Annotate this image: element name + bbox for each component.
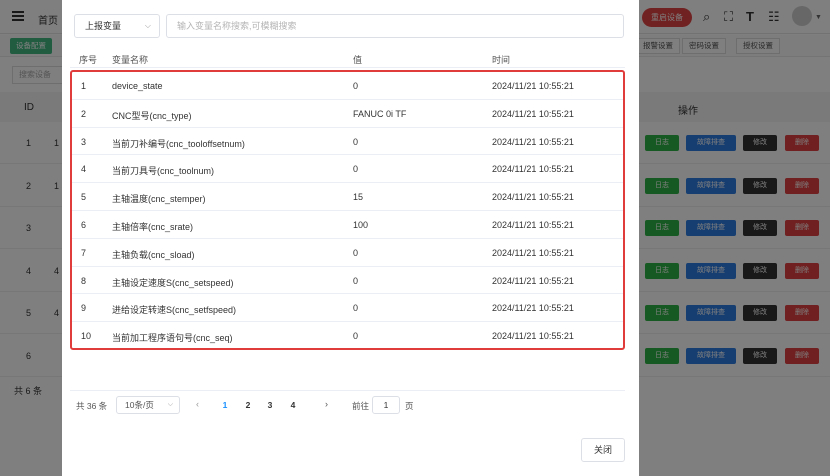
variable-type-select[interactable]: 上报变量 ⌵	[74, 14, 160, 38]
column-header-no: 序号	[79, 55, 98, 65]
goto-suffix: 页	[405, 401, 414, 411]
cell-no: 6	[81, 220, 87, 230]
table-row: 10 当前加工程序语句号(cnc_seq) 0 2024/11/21 10:55:21	[72, 322, 623, 350]
cell-time: 2024/11/21 10:55:21	[492, 303, 574, 314]
cell-no: 3	[81, 136, 87, 147]
cell-no: 4	[81, 164, 87, 175]
table-row: 7 主轴负载(cnc_sload) 0 2024/11/21 10:55:21	[72, 239, 623, 267]
cell-name: 当前刀具号(cnc_toolnum)	[112, 166, 215, 177]
cell-time: 2024/11/21 10:55:21	[492, 81, 574, 91]
chevron-down-icon: ⌵	[167, 401, 173, 408]
cell-name: 主轴温度(cnc_stemper)	[112, 194, 206, 205]
cell-name: 主轴设定速度S(cnc_setspeed)	[112, 277, 234, 288]
cell-time: 2024/11/21 10:55:21	[492, 136, 574, 147]
next-page-button[interactable]: ›	[325, 399, 328, 409]
cell-value: 100	[353, 220, 369, 230]
cell-no: 8	[81, 275, 87, 286]
column-header-value: 值	[353, 55, 363, 65]
cell-no: 9	[81, 303, 87, 314]
column-header-name: 变量名称	[112, 55, 149, 65]
cell-name: 进给设定转速S(cnc_setfspeed)	[112, 305, 237, 316]
cell-no: 1	[81, 81, 87, 91]
page-4[interactable]: 4	[286, 400, 300, 410]
cell-value: 0	[353, 247, 359, 258]
cell-time: 2024/11/21 10:55:21	[492, 275, 574, 286]
cell-time: 2024/11/21 10:55:21	[492, 331, 574, 342]
table-row: 9 进给设定转速S(cnc_setfspeed) 0 2024/11/21 10:55…	[72, 294, 623, 323]
goto-label: 前往	[352, 401, 370, 411]
table-row: 4 当前刀具号(cnc_toolnum) 0 2024/11/21 10:55:21	[72, 155, 623, 184]
cell-value: 0	[353, 275, 359, 286]
cell-value: 0	[353, 136, 359, 147]
cell-value: FANUC 0i TF	[353, 108, 407, 119]
cell-name: 当前加工程序语句号(cnc_seq)	[112, 333, 233, 344]
variable-type-value: 上报变量	[85, 21, 122, 31]
page-size-select[interactable]: 10条/页 ⌵	[116, 396, 180, 414]
variables-table-body: 1 device_state 0 2024/11/21 10:55:21 2 CNC型号(…	[70, 70, 625, 350]
variable-search-input[interactable]	[166, 14, 624, 38]
cell-time: 2024/11/21 10:55:21	[492, 192, 574, 203]
chevron-down-icon: ⌵	[144, 21, 151, 30]
cell-name: 主轴负载(cnc_sload)	[112, 249, 195, 260]
cell-no: 10	[81, 331, 92, 342]
page-3[interactable]: 3	[263, 400, 277, 410]
variables-table-header: 序号 变量名称 值 时间	[70, 46, 625, 68]
table-row: 1 device_state 0 2024/11/21 10:55:21	[72, 72, 623, 100]
page-2[interactable]: 2	[241, 400, 255, 410]
cell-value: 0	[353, 331, 359, 342]
table-row: 6 主轴倍率(cnc_srate) 100 2024/11/21 10:55:21	[72, 211, 623, 239]
table-row: 2 CNC型号(cnc_type) FANUC 0i TF 2024/11/21 10…	[72, 100, 623, 128]
cell-time: 2024/11/21 10:55:21	[492, 220, 574, 230]
goto-page-input[interactable]	[372, 396, 400, 414]
pagination: 共 36 条 10条/页 ⌵ ‹ 1 2 3 4 › 前往 页	[76, 396, 476, 414]
cell-time: 2024/11/21 10:55:21	[492, 247, 574, 258]
cell-no: 5	[81, 192, 87, 203]
cell-name: CNC型号(cnc_type)	[112, 110, 192, 121]
cell-name: 当前刀补编号(cnc_tooloffsetnum)	[112, 138, 245, 149]
column-header-time: 时间	[492, 55, 511, 65]
prev-page-button[interactable]: ‹	[196, 399, 199, 409]
cell-name: 主轴倍率(cnc_srate)	[112, 222, 194, 232]
table-row: 8 主轴设定速度S(cnc_setspeed) 0 2024/11/21 10:55:…	[72, 267, 623, 295]
table-row: 3 当前刀补编号(cnc_tooloffsetnum) 0 2024/11/21 10…	[72, 128, 623, 156]
cell-no: 2	[81, 108, 87, 119]
cell-time: 2024/11/21 10:55:21	[492, 108, 574, 119]
cell-value: 0	[353, 303, 359, 314]
pagination-total: 共 36 条	[76, 401, 108, 411]
page-size-value: 10条/页	[125, 400, 154, 410]
divider	[70, 390, 625, 391]
variables-dialog: 上报变量 ⌵ 序号 变量名称 值 时间 1 device_state 0 2024/1…	[62, 0, 639, 476]
cell-time: 2024/11/21 10:55:21	[492, 164, 574, 175]
cell-no: 7	[81, 247, 87, 258]
page-1[interactable]: 1	[218, 400, 232, 410]
cell-value: 0	[353, 81, 359, 91]
cell-value: 15	[353, 192, 364, 203]
close-button[interactable]: 关闭	[581, 438, 625, 462]
cell-value: 0	[353, 164, 359, 175]
table-row: 5 主轴温度(cnc_stemper) 15 2024/11/21 10:55:21	[72, 183, 623, 211]
cell-name: device_state	[112, 81, 163, 91]
